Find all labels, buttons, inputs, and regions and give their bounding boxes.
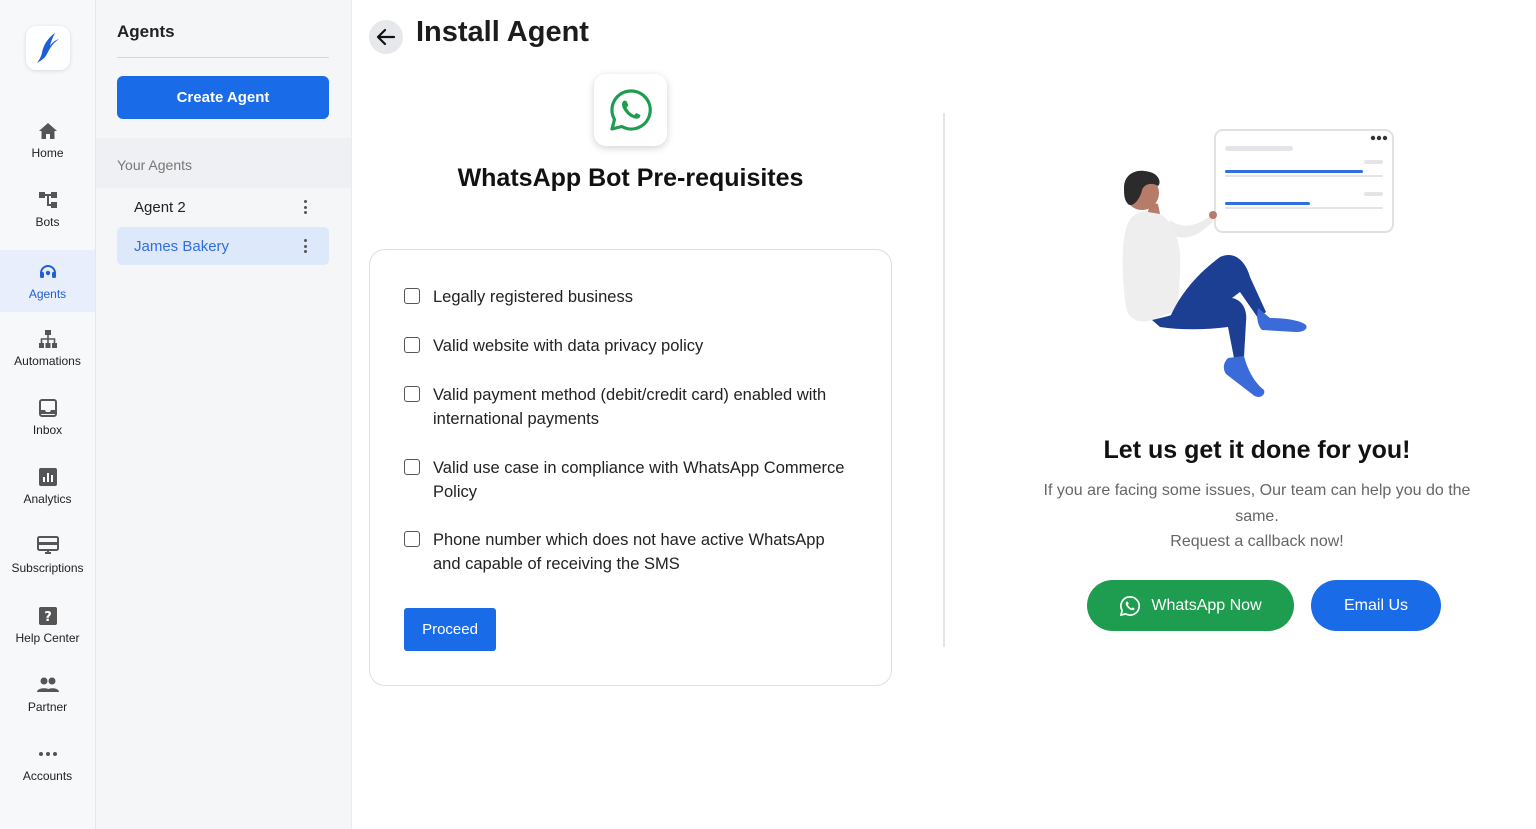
nav-label: Automations: [14, 354, 81, 368]
bots-icon: [37, 189, 59, 211]
vertical-divider: [943, 113, 945, 647]
nav-item-partner[interactable]: Partner: [0, 663, 95, 725]
inbox-icon: [37, 397, 59, 419]
nav-rail: Home Bots Agents Automations Inbox Analy…: [0, 0, 96, 829]
subscriptions-icon: [36, 535, 59, 557]
nav-item-bots[interactable]: Bots: [0, 178, 95, 240]
panel-divider: [117, 57, 329, 58]
checkbox[interactable]: [404, 459, 420, 475]
app-root: Home Bots Agents Automations Inbox Analy…: [0, 0, 1536, 829]
nav-label: Analytics: [23, 492, 72, 506]
panel-title: Agents: [117, 22, 175, 41]
proceed-button[interactable]: Proceed: [404, 608, 496, 651]
nav-label: Subscriptions: [11, 561, 84, 575]
whatsapp-icon: [1119, 595, 1141, 617]
nav-label: Accounts: [22, 769, 73, 783]
checklist-item-text: Legally registered business: [433, 288, 633, 306]
nav-item-agents[interactable]: Agents: [0, 250, 95, 312]
checklist-item[interactable]: Phone number which does not have active …: [404, 529, 853, 576]
email-us-button[interactable]: Email Us: [1311, 580, 1441, 631]
agent-name: Agent 2: [134, 198, 186, 216]
whatsapp-icon: [609, 89, 652, 131]
arrow-left-icon: [376, 28, 396, 46]
nav-label: Inbox: [32, 423, 63, 437]
checklist-item[interactable]: Valid website with data privacy policy: [404, 335, 853, 359]
bird-logo-icon: [37, 33, 59, 63]
whatsapp-now-label: WhatsApp Now: [1151, 596, 1262, 614]
brand-logo[interactable]: [26, 26, 70, 70]
agent-list-item-selected[interactable]: James Bakery: [117, 227, 329, 265]
nav-label: Bots: [35, 215, 60, 229]
help-icon: ?: [37, 605, 59, 627]
nav-label: Partner: [27, 700, 68, 714]
help-description: If you are facing some issues, Our team …: [1043, 482, 1471, 525]
nav-item-automations[interactable]: Automations: [0, 317, 95, 379]
nav-item-inbox[interactable]: Inbox: [0, 386, 95, 448]
create-agent-button[interactable]: Create Agent: [117, 76, 329, 119]
whatsapp-now-button[interactable]: WhatsApp Now: [1087, 580, 1294, 631]
nav-item-help-center[interactable]: ? Help Center: [0, 594, 95, 656]
checkbox[interactable]: [404, 288, 420, 304]
help-title: Let us get it done for you!: [1103, 436, 1411, 464]
checklist-item-text: Phone number which does not have active …: [433, 531, 825, 573]
partner-icon: [36, 674, 59, 696]
agent-name: James Bakery: [134, 237, 230, 255]
checkbox[interactable]: [404, 531, 420, 547]
analytics-icon: [37, 466, 59, 488]
nav-item-home[interactable]: Home: [0, 109, 95, 171]
checklist-item[interactable]: Valid use case in compliance with WhatsA…: [404, 457, 853, 504]
checkbox[interactable]: [404, 386, 420, 402]
support-illustration: [1122, 129, 1394, 397]
more-icon: [37, 743, 59, 765]
checkbox[interactable]: [404, 337, 420, 353]
agent-list-item[interactable]: Agent 2: [117, 188, 329, 226]
kebab-menu-icon[interactable]: [299, 238, 311, 254]
agents-panel: Agents Create Agent Your Agents Agent 2 …: [96, 0, 352, 829]
nav-label: Agents: [28, 287, 67, 301]
headset-icon: [37, 261, 59, 283]
svg-text:?: ?: [44, 610, 52, 625]
checklist-item[interactable]: Legally registered business: [404, 286, 853, 310]
whatsapp-logo-tile: [594, 74, 667, 146]
nav-item-subscriptions[interactable]: Subscriptions: [0, 524, 95, 586]
back-button[interactable]: [369, 20, 403, 54]
checklist-item[interactable]: Valid payment method (debit/credit card)…: [404, 384, 853, 431]
kebab-menu-icon[interactable]: [299, 199, 311, 215]
page-title: Install Agent: [416, 16, 589, 48]
checklist-item-text: Valid use case in compliance with WhatsA…: [433, 459, 845, 501]
prerequisites-card: Legally registered business Valid websit…: [369, 249, 892, 686]
checklist-item-text: Valid website with data privacy policy: [433, 337, 704, 355]
home-icon: [37, 120, 59, 142]
your-agents-label: Your Agents: [117, 157, 192, 173]
sitemap-icon: [37, 328, 59, 350]
nav-item-analytics[interactable]: Analytics: [0, 455, 95, 517]
nav-label: Home: [31, 146, 64, 160]
nav-label: Help Center: [15, 631, 80, 645]
prereq-title: WhatsApp Bot Pre-requisites: [457, 164, 804, 192]
checklist-item-text: Valid payment method (debit/credit card)…: [433, 386, 827, 428]
help-callback-text: Request a callback now!: [1170, 533, 1344, 550]
nav-item-accounts[interactable]: Accounts: [0, 732, 95, 794]
